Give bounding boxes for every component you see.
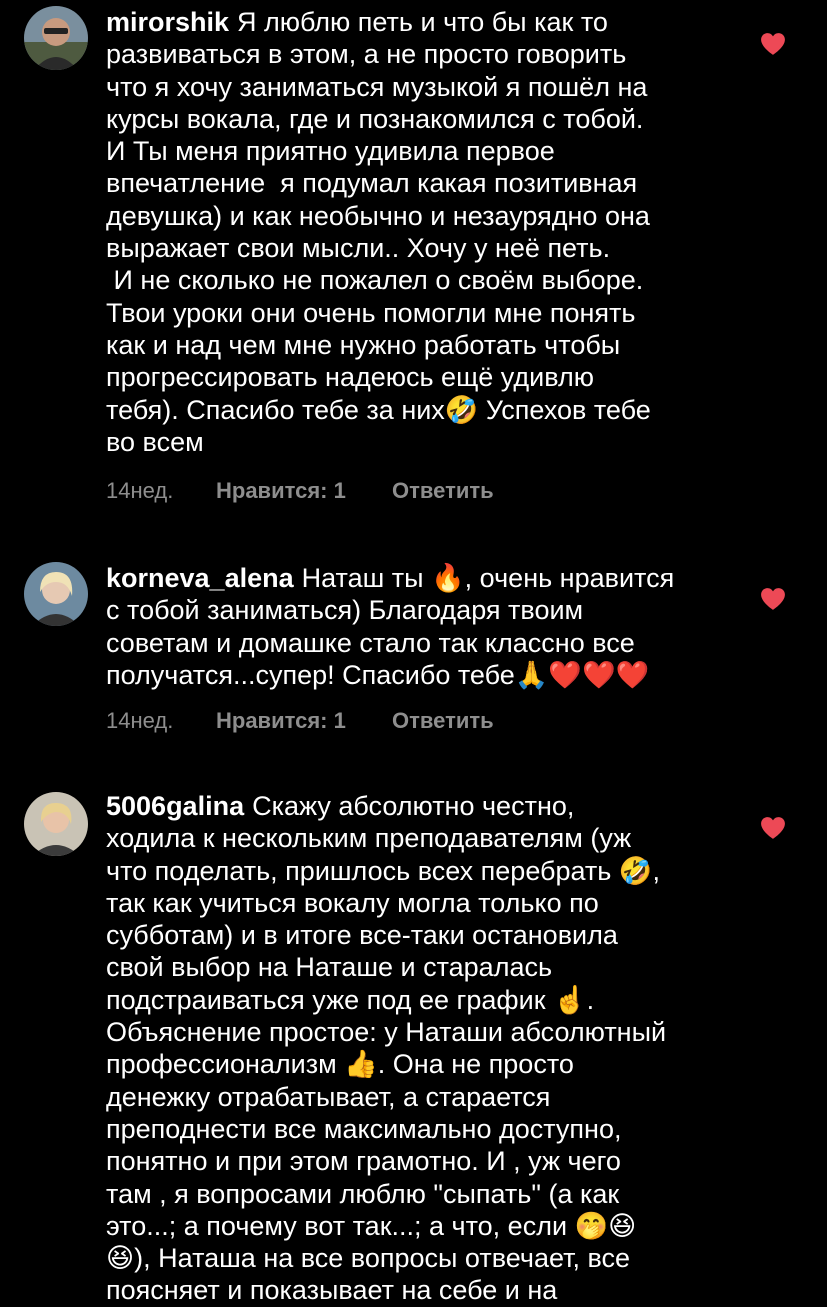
- avatar[interactable]: [24, 6, 88, 70]
- comment-username[interactable]: 5006galina: [106, 791, 244, 821]
- likes-count-button[interactable]: Нравится: 1: [216, 478, 392, 504]
- heart-icon[interactable]: [760, 32, 786, 56]
- comment-time: 14нед.: [106, 708, 174, 733]
- avatar[interactable]: [24, 562, 88, 626]
- comment-meta: 14нед. Нравится: 1 Ответить: [106, 708, 494, 734]
- likes-count-button[interactable]: Нравится: 1: [216, 708, 392, 734]
- comment-body: Скажу абсолютно честно, ходила к несколь…: [106, 791, 667, 1306]
- comment-text: mirorshik Я люблю петь и что бы как то ра…: [106, 6, 716, 458]
- comment-time: 14нед.: [106, 478, 174, 503]
- comment-meta: 14нед. Нравится: 1 Ответить: [106, 478, 494, 504]
- comment-username[interactable]: mirorshik: [106, 7, 229, 37]
- heart-icon[interactable]: [760, 587, 786, 611]
- reply-button[interactable]: Ответить: [392, 478, 494, 504]
- avatar-photo: [24, 6, 88, 70]
- comment-text: 5006galina Скажу абсолютно честно, ходила…: [106, 790, 716, 1307]
- reply-button[interactable]: Ответить: [392, 708, 494, 734]
- avatar[interactable]: [24, 792, 88, 856]
- comment-username[interactable]: korneva_alena: [106, 563, 294, 593]
- heart-icon[interactable]: [760, 816, 786, 840]
- comment-body: Я люблю петь и что бы как то развиваться…: [106, 7, 651, 457]
- avatar-photo: [24, 792, 88, 856]
- comment-text: korneva_alena Наташ ты 🔥, очень нравится …: [106, 562, 716, 691]
- avatar-photo: [24, 562, 88, 626]
